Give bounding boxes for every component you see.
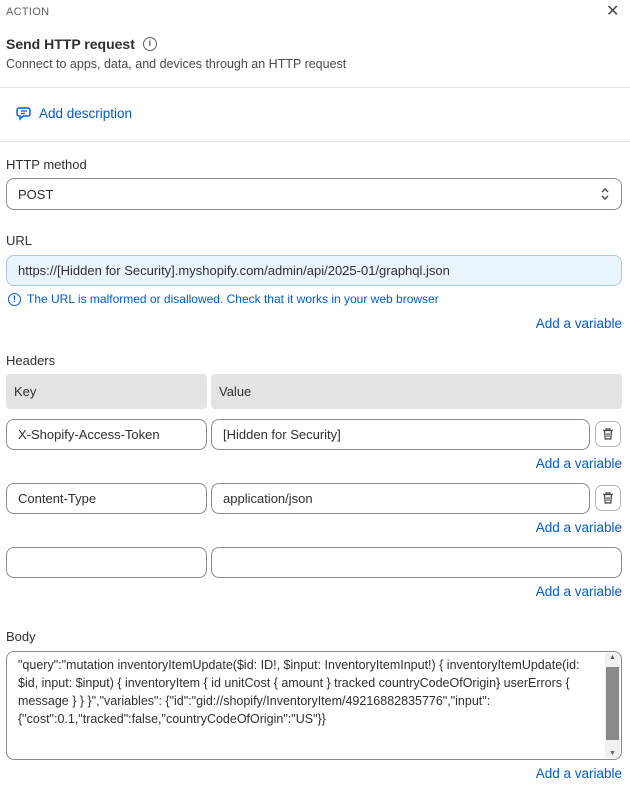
http-method-select[interactable]: POST [6,178,622,210]
scrollbar-thumb[interactable] [606,667,619,740]
header-value-value: application/json [223,491,313,506]
delete-header-button[interactable] [595,421,621,447]
header-value-value: [Hidden for Security] [223,427,341,442]
title-row: Send HTTP request i [6,36,157,52]
delete-header-button[interactable] [595,485,621,511]
http-method-label: HTTP method [6,157,87,172]
header-key-value: X-Shopify-Access-Token [18,427,160,442]
panel-title: Send HTTP request [6,36,135,52]
value-column-header: Value [211,374,622,409]
comment-edit-icon [16,107,31,121]
scroll-down-arrow-icon[interactable]: ▼ [605,750,620,757]
http-method-value: POST [18,186,54,202]
divider [0,141,630,142]
header-value-input[interactable] [211,547,622,578]
error-icon: ! [8,292,21,306]
select-chevron-icon [601,188,609,200]
url-error: ! The URL is malformed or disallowed. Ch… [8,292,439,306]
header-add-variable-link[interactable]: Add a variable [536,584,622,599]
header-key-input[interactable]: Content-Type [6,483,207,514]
body-label: Body [6,629,36,644]
add-description-label: Add description [39,106,133,121]
close-icon[interactable]: ✕ [606,4,619,20]
section-label: ACTION [6,6,50,18]
info-icon[interactable]: i [142,37,157,51]
header-value-input[interactable]: [Hidden for Security] [211,419,590,450]
divider [0,87,630,88]
header-value-input[interactable]: application/json [211,483,590,514]
key-column-header: Key [6,374,207,409]
url-label: URL [6,233,33,248]
add-description-button[interactable]: Add description [16,105,132,122]
url-add-variable-link[interactable]: Add a variable [536,316,622,331]
panel-subtitle: Connect to apps, data, and devices throu… [6,57,347,71]
trash-icon [603,492,613,504]
headers-label: Headers [6,353,56,368]
url-error-text: The URL is malformed or disallowed. Chec… [27,292,439,306]
url-input[interactable]: https://[Hidden for Security].myshopify.… [6,255,622,286]
header-add-variable-link[interactable]: Add a variable [536,520,622,535]
header-key-value: Content-Type [18,491,97,506]
header-key-input[interactable] [6,547,207,578]
url-value: https://[Hidden for Security].myshopify.… [18,263,450,278]
scroll-up-arrow-icon[interactable]: ▲ [605,654,620,661]
body-value: "query":"mutation inventoryItemUpdate($i… [18,658,580,726]
body-scrollbar[interactable]: ▲ ▼ [605,653,620,758]
header-key-input[interactable]: X-Shopify-Access-Token [6,419,207,450]
body-textarea[interactable]: "query":"mutation inventoryItemUpdate($i… [6,651,622,760]
header-add-variable-link[interactable]: Add a variable [536,456,622,471]
body-add-variable-link[interactable]: Add a variable [536,766,622,781]
trash-icon [603,428,613,440]
